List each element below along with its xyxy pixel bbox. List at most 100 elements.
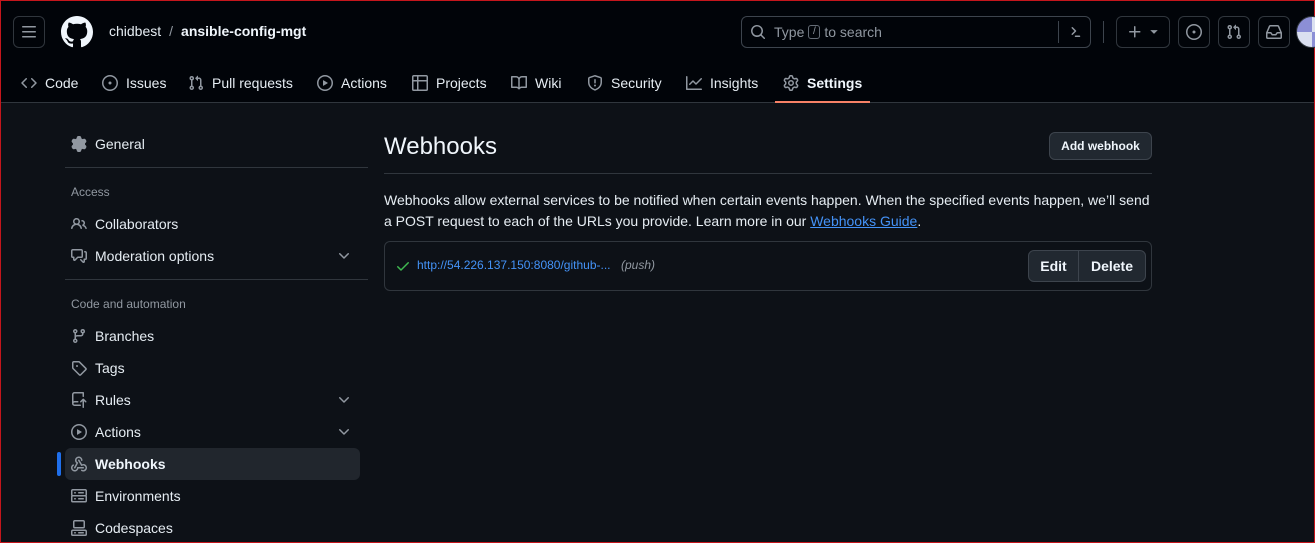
comment-discussion-icon (71, 249, 87, 263)
pull-request-icon (189, 75, 204, 91)
webhooks-description: Webhooks allow external services to be n… (384, 190, 1152, 232)
top-bar: chidbest / ansible-config-mgt Type / to … (1, 1, 1315, 61)
tab-projects-label: Projects (436, 75, 487, 91)
sidebar-item-general[interactable]: General (65, 128, 360, 160)
sidebar-item-actions-label: Actions (95, 424, 141, 440)
tab-settings[interactable]: Settings (774, 63, 871, 103)
add-webhook-button[interactable]: Add webhook (1049, 132, 1152, 160)
sidebar-item-environments[interactable]: Environments (65, 480, 360, 512)
tab-security[interactable]: Security (587, 63, 662, 103)
webhook-events: (push) (621, 258, 656, 272)
description-text: Webhooks allow external services to be n… (384, 192, 1150, 229)
sidebar-item-general-label: General (95, 136, 145, 152)
title-divider (384, 173, 1152, 174)
tab-code[interactable]: Code (21, 63, 78, 103)
command-palette-button[interactable] (1058, 21, 1090, 43)
user-avatar[interactable] (1296, 16, 1315, 48)
repo-nav: Code Issues Pull requests Actions Projec… (1, 63, 1314, 103)
tab-projects[interactable]: Projects (412, 63, 487, 103)
active-indicator (57, 452, 61, 476)
search-icon (751, 25, 766, 40)
webhooks-guide-link[interactable]: Webhooks Guide (810, 213, 917, 229)
sidebar-heading-access: Access (71, 185, 110, 199)
breadcrumb-separator: / (169, 23, 174, 39)
search-placeholder: Type / to search (774, 24, 882, 40)
graph-icon (686, 76, 702, 90)
tab-wiki-label: Wiki (535, 75, 562, 91)
gear-icon (71, 136, 87, 152)
chevron-down-icon (339, 429, 349, 435)
tab-settings-label: Settings (807, 75, 863, 91)
hamburger-icon (22, 26, 36, 38)
repo-name-link[interactable]: ansible-config-mgt (181, 23, 306, 39)
plus-icon (1129, 26, 1141, 38)
shield-icon (588, 75, 602, 91)
git-pull-request-icon (1227, 24, 1242, 40)
search-placeholder-prefix: Type (774, 24, 805, 40)
search-shortcut-key: / (808, 25, 821, 39)
inbox-icon (1266, 25, 1282, 39)
tab-insights-label: Insights (710, 75, 759, 91)
chevron-down-icon (339, 253, 349, 259)
edit-button[interactable]: Edit (1029, 251, 1079, 281)
tab-security-label: Security (611, 75, 662, 91)
sidebar-item-branches[interactable]: Branches (65, 320, 360, 352)
play-icon (71, 424, 87, 440)
chevron-down-icon (339, 397, 349, 403)
sidebar-item-codespaces[interactable]: Codespaces (65, 512, 360, 543)
sidebar-item-branches-label: Branches (95, 328, 155, 344)
tab-issues-label: Issues (126, 75, 167, 91)
sidebar-item-moderation-label: Moderation options (95, 248, 215, 264)
triangle-down-icon (1150, 30, 1158, 34)
issues-button[interactable] (1178, 16, 1210, 48)
play-icon (317, 75, 333, 91)
pull-requests-button[interactable] (1218, 16, 1250, 48)
sidebar-item-tags[interactable]: Tags (65, 352, 360, 384)
git-branch-icon (72, 329, 85, 344)
issue-opened-icon (1186, 24, 1202, 40)
tab-insights[interactable]: Insights (686, 63, 758, 103)
description-end: . (917, 213, 922, 229)
breadcrumb: chidbest / ansible-config-mgt (109, 23, 306, 39)
global-header: chidbest / ansible-config-mgt Type / to … (1, 1, 1315, 103)
webhook-url-link[interactable]: http://54.226.137.150:8080/github-... (417, 258, 611, 272)
sidebar-item-collaborators[interactable]: Collaborators (65, 208, 360, 240)
issue-icon (102, 75, 118, 91)
tab-actions[interactable]: Actions (317, 63, 387, 103)
gear-icon (783, 75, 799, 91)
search-input[interactable]: Type / to search (741, 16, 1091, 48)
sidebar-item-rules[interactable]: Rules (65, 384, 360, 416)
sidebar-item-tags-label: Tags (95, 360, 125, 376)
check-icon (397, 262, 409, 271)
tab-issues[interactable]: Issues (102, 63, 166, 103)
code-icon (21, 77, 37, 89)
repo-owner-link[interactable]: chidbest (109, 23, 161, 39)
sidebar-item-environments-label: Environments (95, 488, 181, 504)
terminal-icon (1071, 27, 1080, 37)
sidebar-item-moderation[interactable]: Moderation options (65, 240, 360, 272)
search-placeholder-suffix: to search (824, 24, 882, 40)
github-mark-icon (60, 16, 93, 48)
codespaces-icon (71, 520, 87, 536)
menu-button[interactable] (13, 16, 45, 48)
create-new-button[interactable] (1116, 16, 1170, 48)
people-icon (71, 217, 87, 230)
sidebar-divider (65, 279, 368, 280)
tab-pull-requests[interactable]: Pull requests (188, 63, 293, 103)
sidebar-item-webhooks[interactable]: Webhooks (65, 448, 360, 480)
webhook-row: http://54.226.137.150:8080/github-... (p… (384, 241, 1152, 291)
tab-pull-requests-label: Pull requests (212, 75, 293, 91)
webhook-actions: Edit Delete (1028, 250, 1146, 282)
tab-actions-label: Actions (341, 75, 387, 91)
sidebar-item-webhooks-label: Webhooks (95, 456, 166, 472)
delete-button[interactable]: Delete (1079, 251, 1145, 281)
tab-wiki[interactable]: Wiki (511, 63, 561, 103)
inbox-button[interactable] (1258, 16, 1290, 48)
table-icon (412, 75, 428, 91)
sidebar-item-rules-label: Rules (95, 392, 131, 408)
sidebar-item-actions[interactable]: Actions (65, 416, 360, 448)
tag-icon (72, 361, 87, 376)
page-title: Webhooks (384, 133, 497, 160)
github-logo[interactable] (60, 16, 93, 48)
book-icon (511, 75, 527, 90)
